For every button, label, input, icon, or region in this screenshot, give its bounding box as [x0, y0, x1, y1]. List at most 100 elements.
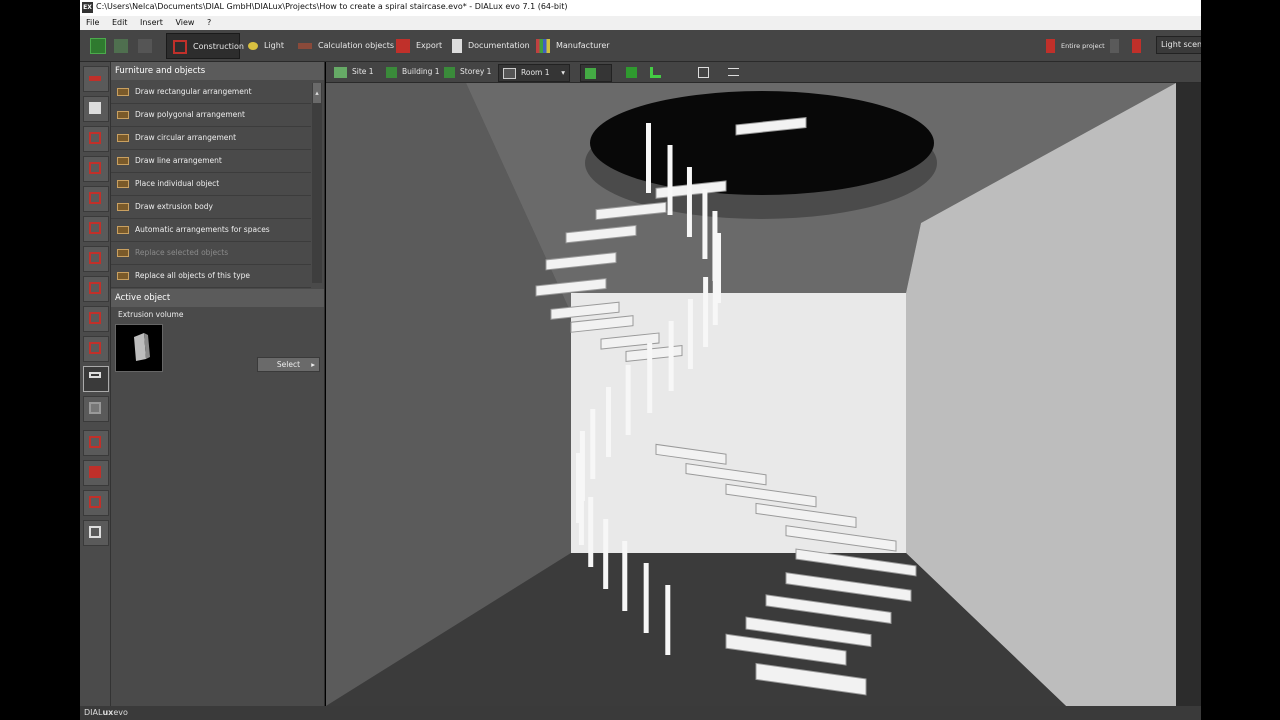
- panel-item[interactable]: Replace all objects of this type: [111, 265, 311, 288]
- texture-icon: [89, 402, 101, 414]
- panel-item-label: Draw line arrangement: [135, 156, 222, 165]
- left-tool-6[interactable]: [83, 216, 109, 242]
- building-icon: [386, 66, 397, 78]
- panel-item: Replace selected objects: [111, 242, 311, 265]
- left-tool-furniture[interactable]: [83, 366, 109, 392]
- door-icon: [89, 466, 101, 478]
- left-tool-15[interactable]: [83, 490, 109, 516]
- floor-plan-icon: [89, 222, 101, 234]
- breadcrumb-room[interactable]: Room 1 ▾: [498, 64, 570, 82]
- green-l-button[interactable]: [650, 64, 666, 80]
- panel-item-label: Replace selected objects: [135, 248, 229, 257]
- menu-help[interactable]: ?: [207, 16, 211, 30]
- save-button[interactable]: [90, 33, 112, 59]
- select-button[interactable]: Select ▸: [257, 357, 320, 372]
- right-edge-wall: [1176, 83, 1201, 706]
- baluster: [702, 189, 708, 259]
- window-titlebar: EX C:\Users\Nelca\Documents\DIAL GmbH\DI…: [80, 0, 1201, 16]
- panel-item[interactable]: Draw circular arrangement: [111, 127, 311, 150]
- left-tool-10[interactable]: [83, 336, 109, 362]
- 3d-viewport[interactable]: [326, 83, 1201, 706]
- undo-icon: [114, 38, 128, 53]
- export-icon: [396, 38, 410, 53]
- stairs-icon: [89, 526, 101, 538]
- baluster: [668, 321, 674, 391]
- scrollbar-thumb[interactable]: ▴: [313, 83, 321, 103]
- view-mode-icon: [585, 67, 596, 79]
- app-icon: EX: [82, 2, 93, 13]
- left-tool-9[interactable]: [83, 306, 109, 332]
- redo-icon: [138, 38, 152, 53]
- left-tool-16[interactable]: [83, 520, 109, 546]
- panel-item[interactable]: Draw rectangular arrangement: [111, 81, 311, 104]
- left-tool-12[interactable]: [83, 396, 109, 422]
- panel-item[interactable]: Place individual object: [111, 173, 311, 196]
- storey-icon: [444, 66, 455, 78]
- breadcrumb-storey[interactable]: Storey 1: [444, 64, 491, 80]
- left-tool-2[interactable]: [83, 96, 109, 122]
- menu-view[interactable]: View: [175, 16, 194, 30]
- panel-item[interactable]: Draw polygonal arrangement: [111, 104, 311, 127]
- undo-button[interactable]: [114, 33, 134, 59]
- view-toolbar: Site 1 Building 1 Storey 1 Room 1 ▾: [326, 62, 1201, 83]
- panel-item-label: Draw extrusion body: [135, 202, 213, 211]
- menu-edit[interactable]: Edit: [112, 16, 128, 30]
- panel-item[interactable]: Draw extrusion body: [111, 196, 311, 219]
- light-scene-dropdown[interactable]: Light scene: [1156, 36, 1207, 54]
- baluster: [712, 255, 718, 325]
- left-tool-3[interactable]: [83, 126, 109, 152]
- menu-file[interactable]: File: [86, 16, 99, 30]
- screen-edge: [1201, 0, 1280, 720]
- tab-export[interactable]: Export: [396, 33, 442, 59]
- tab-manufacturer[interactable]: Manufacturer: [536, 33, 610, 59]
- left-tool-13[interactable]: [83, 430, 109, 456]
- breadcrumb-building[interactable]: Building 1: [386, 64, 440, 80]
- baluster: [603, 519, 609, 589]
- brand-dial: DIAL: [84, 708, 103, 717]
- left-tool-14[interactable]: [83, 460, 109, 486]
- entire-project-button[interactable]: Entire project: [1046, 33, 1105, 59]
- view-mode-dropdown[interactable]: [580, 64, 612, 82]
- baluster: [643, 563, 649, 633]
- left-tool-8[interactable]: [83, 276, 109, 302]
- tab-light[interactable]: Light: [248, 33, 284, 59]
- storey-icon: [89, 162, 101, 174]
- left-tool-4[interactable]: [83, 156, 109, 182]
- arrangement-icon: [117, 111, 129, 119]
- panel-item[interactable]: Draw line arrangement: [111, 150, 311, 173]
- arrangement-icon: [117, 272, 129, 280]
- redo-button[interactable]: [138, 33, 158, 59]
- tab-calculation-objects[interactable]: Calculation objects: [298, 33, 394, 59]
- room-icon: [89, 192, 101, 204]
- panel-scrollbar[interactable]: ▴: [312, 83, 322, 283]
- menu-insert[interactable]: Insert: [140, 16, 163, 30]
- tab-construction[interactable]: Construction: [166, 33, 244, 59]
- baluster: [590, 409, 596, 479]
- tool-button-b[interactable]: [1110, 33, 1125, 59]
- label-icon: [89, 436, 101, 448]
- panel-item-label: Replace all objects of this type: [135, 271, 251, 280]
- green-cube-button[interactable]: [626, 64, 642, 80]
- measure-button[interactable]: [728, 64, 744, 80]
- opening-icon: [89, 342, 101, 354]
- baluster: [646, 123, 651, 193]
- cube-icon: [626, 66, 637, 78]
- left-tool-5[interactable]: [83, 186, 109, 212]
- disabled-icon: [1110, 38, 1119, 53]
- tool-icon: [1132, 38, 1141, 53]
- zoom-extents-button[interactable]: [698, 64, 714, 80]
- baluster: [625, 365, 631, 435]
- left-tool-7[interactable]: [83, 246, 109, 272]
- tool-button-c[interactable]: [1132, 33, 1147, 59]
- arrangement-icon: [117, 134, 129, 142]
- baluster: [667, 145, 673, 215]
- breadcrumb-site[interactable]: Site 1: [334, 64, 374, 80]
- panel-item-label: Draw rectangular arrangement: [135, 87, 252, 96]
- tab-documentation[interactable]: Documentation: [452, 33, 530, 59]
- construction-icon: [173, 39, 187, 54]
- left-tool-1[interactable]: [83, 66, 109, 92]
- cube-icon: [89, 252, 101, 264]
- panel-item[interactable]: Automatic arrangements for spaces: [111, 219, 311, 242]
- baluster: [647, 343, 653, 413]
- active-object-name: Extrusion volume: [118, 310, 184, 319]
